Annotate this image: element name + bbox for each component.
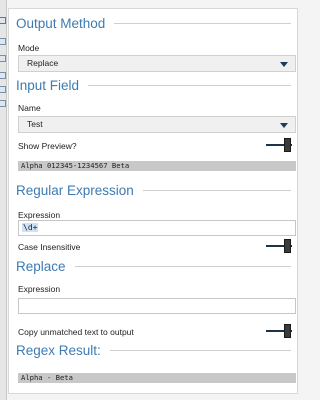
chevron-down-icon[interactable] — [280, 62, 288, 67]
section-divider — [142, 190, 291, 191]
regex-expression-input[interactable]: \d+ — [18, 220, 296, 236]
mode-dropdown[interactable]: Replace — [18, 55, 296, 72]
show-preview-toggle[interactable] — [266, 138, 292, 152]
output-method-header: Output Method — [16, 16, 291, 31]
mode-dropdown-value: Replace — [27, 58, 59, 68]
regex-configuration-panel: Output Method Mode Replace Input Field N… — [8, 8, 298, 394]
toggle-thumb[interactable] — [284, 138, 291, 152]
copy-unmatched-label: Copy unmatched text to output — [18, 327, 134, 337]
name-label: Name — [18, 103, 41, 113]
name-dropdown[interactable]: Test — [18, 116, 296, 133]
replace-header: Replace — [16, 259, 291, 274]
regex-result-header: Regex Result: — [16, 343, 291, 358]
show-preview-label: Show Preview? — [18, 141, 77, 151]
regex-result-title: Regex Result: — [16, 343, 101, 358]
regex-expression-value: \d+ — [22, 223, 39, 232]
name-dropdown-value: Test — [27, 119, 43, 129]
regex-result-text: Alpha - Beta — [18, 373, 296, 383]
input-field-header: Input Field — [16, 78, 291, 93]
tool-arrow-icon[interactable] — [0, 38, 6, 45]
chevron-down-icon[interactable] — [280, 123, 288, 128]
section-divider — [114, 23, 291, 24]
left-tool-rail — [0, 0, 7, 400]
toggle-thumb[interactable] — [284, 239, 291, 253]
regular-expression-header: Regular Expression — [16, 183, 291, 198]
replace-expression-label: Expression — [18, 284, 61, 294]
mode-label: Mode — [18, 43, 40, 53]
output-method-title: Output Method — [16, 16, 106, 31]
tool-layout-icon[interactable] — [0, 72, 6, 79]
input-field-title: Input Field — [16, 78, 80, 93]
tool-configuration-icon[interactable] — [0, 17, 6, 24]
case-insensitive-label: Case Insensitive — [18, 242, 81, 252]
toggle-thumb[interactable] — [284, 324, 291, 338]
section-divider — [109, 350, 291, 351]
tool-output-icon[interactable] — [0, 86, 6, 93]
tool-annotation-icon[interactable] — [0, 55, 6, 62]
regex-expression-label: Expression — [18, 210, 61, 220]
section-divider — [88, 85, 291, 86]
regular-expression-title: Regular Expression — [16, 183, 134, 198]
input-preview-text: Alpha 012345-1234567 Beta — [18, 161, 296, 171]
replace-expression-input[interactable] — [18, 298, 296, 314]
section-divider — [74, 266, 291, 267]
case-insensitive-toggle[interactable] — [266, 239, 292, 253]
copy-unmatched-toggle[interactable] — [266, 324, 292, 338]
tool-settings-icon[interactable] — [0, 100, 6, 107]
replace-title: Replace — [16, 259, 66, 274]
